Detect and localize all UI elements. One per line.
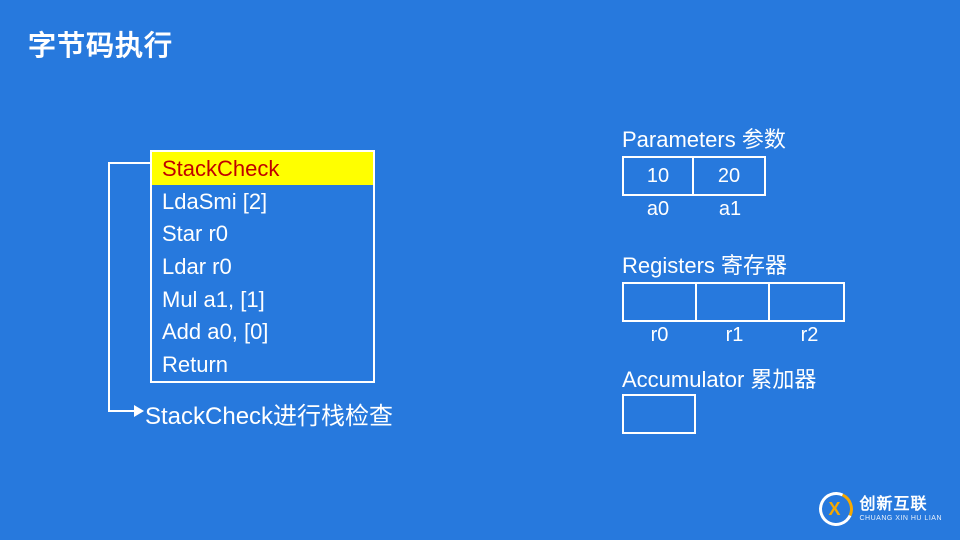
bytecode-line: Ldar r0 <box>152 250 373 283</box>
param-name: a0 <box>622 198 694 221</box>
param-cell: 20 <box>694 158 764 194</box>
param-cell: 10 <box>624 158 694 194</box>
bytecode-line: Return <box>152 348 373 381</box>
accumulator-label: Accumulator 累加器 <box>622 362 816 394</box>
register-name: r2 <box>772 324 847 347</box>
parameters-names: a0 a1 <box>622 198 766 221</box>
brand-subtitle: CHUANG XIN HU LIAN <box>859 515 942 522</box>
bytecode-line: Star r0 <box>152 217 373 250</box>
bytecode-line-current: StackCheck <box>152 152 373 185</box>
accumulator-cell <box>624 396 694 432</box>
bytecode-listing: StackCheck LdaSmi [2] Star r0 Ldar r0 Mu… <box>150 150 375 383</box>
register-cell <box>697 284 770 320</box>
pointer-connector <box>108 162 150 414</box>
register-name: r0 <box>622 324 697 347</box>
parameters-cells: 10 20 <box>622 156 766 196</box>
register-cell <box>770 284 843 320</box>
accumulator-cells <box>622 394 696 434</box>
register-cell <box>624 284 697 320</box>
registers-names: r0 r1 r2 <box>622 324 847 347</box>
register-name: r1 <box>697 324 772 347</box>
brand-logo-icon: X <box>819 492 853 526</box>
brand-name: 创新互联 <box>859 497 942 513</box>
slide-title: 字节码执行 <box>28 24 173 64</box>
bytecode-line: LdaSmi [2] <box>152 185 373 218</box>
bytecode-line: Add a0, [0] <box>152 315 373 348</box>
registers-label: Registers 寄存器 <box>622 248 787 280</box>
registers-cells <box>622 282 845 322</box>
bytecode-line: Mul a1, [1] <box>152 283 373 316</box>
step-annotation: StackCheck进行栈检查 <box>145 396 393 431</box>
brand-logo: X 创新互联 CHUANG XIN HU LIAN <box>819 492 942 526</box>
arrow-right-icon <box>134 405 144 417</box>
parameters-label: Parameters 参数 <box>622 122 786 154</box>
param-name: a1 <box>694 198 766 221</box>
